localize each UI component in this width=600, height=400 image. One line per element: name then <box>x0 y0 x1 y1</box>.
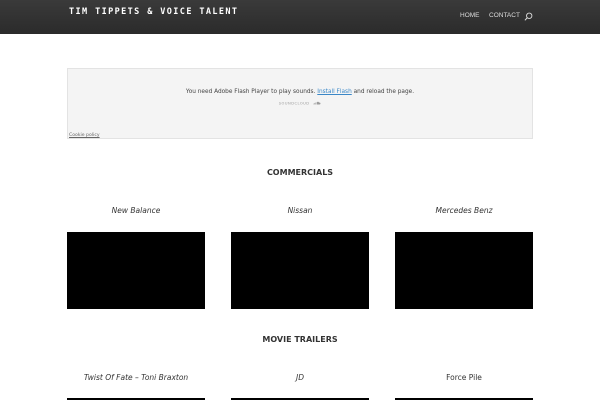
cookie-policy-link[interactable]: Cookie policy <box>69 133 100 138</box>
video-title: Twist Of Fate – Toni Braxton <box>83 373 189 382</box>
nav-contact-link[interactable]: CONTACT <box>489 12 520 19</box>
section-title-movie-trailers: MOVIE TRAILERS <box>262 335 338 344</box>
video-title: JD <box>296 373 304 382</box>
video-player[interactable] <box>395 232 533 309</box>
soundcloud-brand-text: SOUNDCLOUD <box>278 101 310 106</box>
video-title: Mercedes Benz <box>435 206 493 215</box>
video-title: Nissan <box>287 206 313 215</box>
video-player[interactable] <box>67 232 205 309</box>
section-title-commercials: COMMERCIALS <box>266 168 334 177</box>
flash-required-message: You need Adobe Flash Player to play soun… <box>68 89 532 95</box>
main-nav: HOME CONTACT <box>0 12 600 24</box>
video-player[interactable] <box>231 232 369 309</box>
video-title: Force Pile <box>446 373 482 382</box>
soundcloud-brand[interactable]: SOUNDCLOUD <box>68 101 532 106</box>
flash-message-suffix: and reload the page. <box>353 89 415 95</box>
flash-message-text: You need Adobe Flash Player to play soun… <box>185 89 316 95</box>
site-header: Tim Tippets & Voice Talent HOME CONTACT <box>0 0 600 34</box>
install-flash-link[interactable]: Install Flash <box>317 89 351 95</box>
nav-home-link[interactable]: HOME <box>460 12 480 19</box>
soundcloud-cloud-icon <box>313 101 321 105</box>
video-title: New Balance <box>111 206 161 215</box>
search-icon[interactable] <box>524 12 533 21</box>
soundcloud-player: You need Adobe Flash Player to play soun… <box>67 68 533 139</box>
